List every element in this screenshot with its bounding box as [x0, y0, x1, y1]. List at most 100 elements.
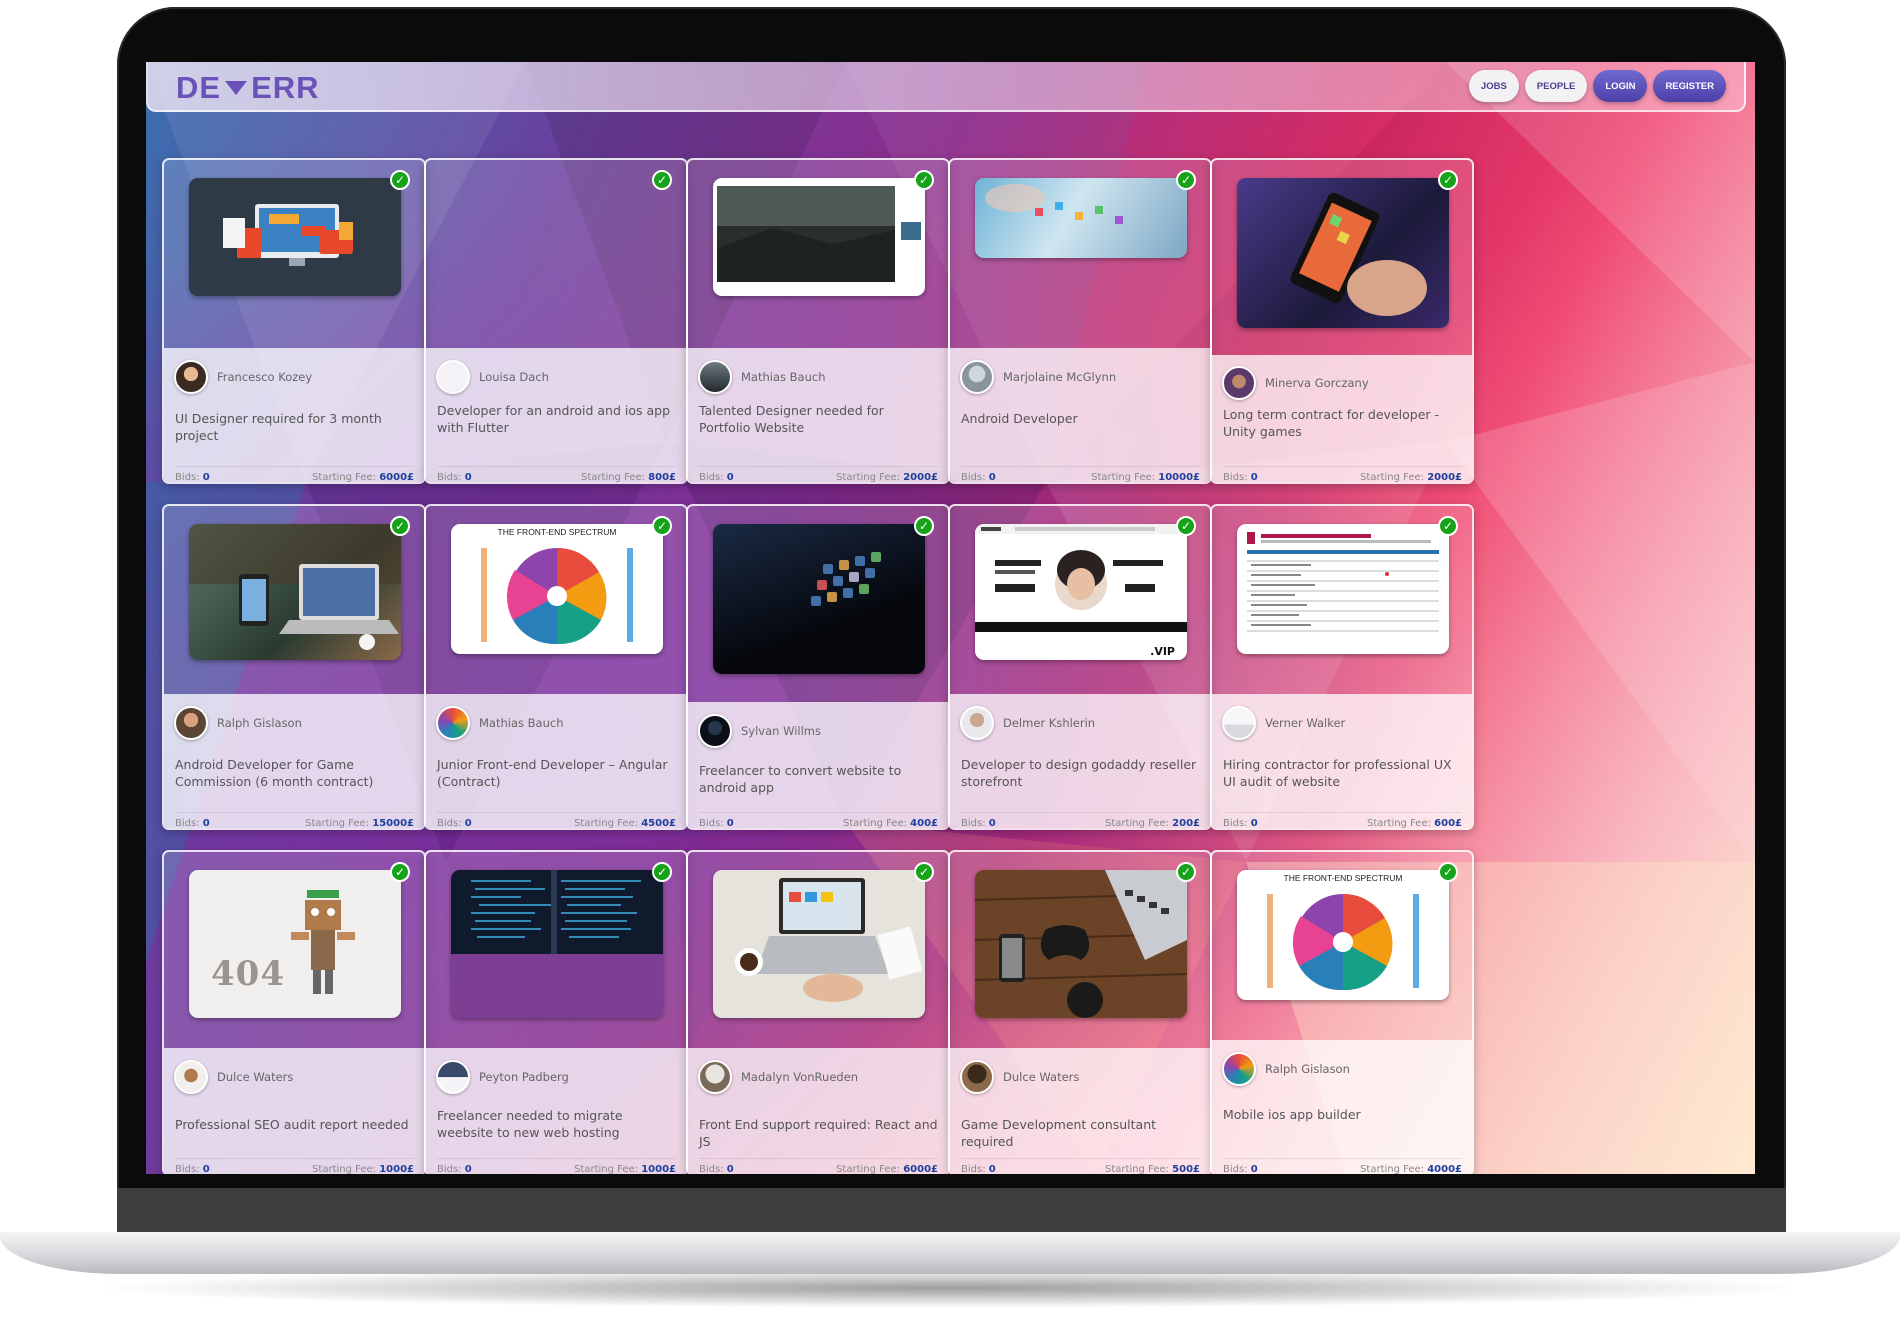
- register-button[interactable]: REGISTER: [1653, 70, 1726, 102]
- card-image: [713, 870, 925, 1018]
- author-name: Minerva Gorczany: [1265, 376, 1369, 390]
- job-card[interactable]: ✓ Francesco Kozey UI Designer required f…: [162, 158, 426, 484]
- starting-fee: Starting Fee: 6000£: [836, 1163, 938, 1175]
- job-card[interactable]: ✓ Dulce Waters Game Development consulta…: [948, 850, 1212, 1174]
- job-card[interactable]: ✓ Minerva Gorczany Long term contract fo…: [1210, 158, 1474, 484]
- job-card[interactable]: .VIP ✓ Delmer Kshlerin Developer to desi…: [948, 504, 1212, 830]
- job-card[interactable]: ✓ Sylvan Willms Freelancer to convert we…: [686, 504, 950, 830]
- card-author[interactable]: Dulce Waters: [174, 1060, 293, 1094]
- avatar: [436, 1060, 470, 1094]
- jobs-button[interactable]: JOBS: [1468, 70, 1519, 102]
- card-author[interactable]: Francesco Kozey: [174, 360, 312, 394]
- avatar: [436, 360, 470, 394]
- job-title[interactable]: Mobile ios app builder: [1223, 1106, 1463, 1123]
- starting-fee: Starting Fee: 6000£: [312, 471, 414, 483]
- job-title[interactable]: Freelancer needed to migrate weebsite to…: [437, 1107, 677, 1141]
- job-title[interactable]: Android Developer: [961, 410, 1201, 427]
- card-footer: Bids: 0 Starting Fee: 1000£: [175, 1158, 414, 1174]
- author-name: Verner Walker: [1265, 716, 1346, 730]
- job-card[interactable]: THE FRONT-END SPECTRUM ✓ Mathias Bauch J…: [424, 504, 688, 830]
- starting-fee: Starting Fee: 15000£: [305, 817, 414, 829]
- card-author[interactable]: Peyton Padberg: [436, 1060, 569, 1094]
- avatar: [960, 360, 994, 394]
- card-image: [713, 524, 925, 674]
- card-footer: Bids: 0 Starting Fee: 6000£: [699, 1158, 938, 1174]
- card-footer: Bids: 0 Starting Fee: 4500£: [437, 812, 676, 828]
- card-image: [713, 178, 925, 296]
- job-card[interactable]: THE FRONT-END SPECTRUM ✓ Ralph Gislason …: [1210, 850, 1474, 1174]
- job-title[interactable]: Professional SEO audit report needed: [175, 1116, 415, 1133]
- job-title[interactable]: Freelancer to convert website to android…: [699, 762, 939, 796]
- starting-fee: Starting Fee: 500£: [1105, 1163, 1200, 1175]
- job-title[interactable]: Talented Designer needed for Portfolio W…: [699, 402, 939, 436]
- job-card[interactable]: ✓ Mathias Bauch Talented Designer needed…: [686, 158, 950, 484]
- card-image: 404: [189, 870, 401, 1018]
- job-card[interactable]: ✓ Louisa Dach Developer for an android a…: [424, 158, 688, 484]
- card-author[interactable]: Mathias Bauch: [436, 706, 564, 740]
- card-image: [975, 178, 1187, 258]
- author-name: Mathias Bauch: [741, 370, 826, 384]
- job-card[interactable]: ✓ Ralph Gislason Android Developer for G…: [162, 504, 426, 830]
- avatar: [960, 706, 994, 740]
- job-card[interactable]: ✓ Peyton Padberg Freelancer needed to mi…: [424, 850, 688, 1174]
- author-name: Ralph Gislason: [1265, 1062, 1350, 1076]
- job-title[interactable]: Developer for an android and ios app wit…: [437, 402, 677, 436]
- card-author[interactable]: Minerva Gorczany: [1222, 366, 1369, 400]
- card-image: THE FRONT-END SPECTRUM: [1237, 870, 1449, 1000]
- card-author[interactable]: Sylvan Willms: [698, 714, 821, 748]
- card-author[interactable]: Dulce Waters: [960, 1060, 1079, 1094]
- card-footer: Bids: 0 Starting Fee: 400£: [699, 812, 938, 829]
- job-title[interactable]: UI Designer required for 3 month project: [175, 410, 415, 444]
- card-author[interactable]: Ralph Gislason: [1222, 1052, 1350, 1086]
- verified-check-icon: ✓: [652, 170, 672, 190]
- card-image: .VIP: [975, 524, 1187, 660]
- people-button[interactable]: PEOPLE: [1524, 70, 1588, 102]
- card-author[interactable]: Louisa Dach: [436, 360, 549, 394]
- bids-count: Bids: 0: [437, 471, 472, 483]
- job-card[interactable]: ✓ Verner Walker Hiring contractor for pr…: [1210, 504, 1474, 830]
- card-footer: Bids: 0 Starting Fee: 2000£: [1223, 466, 1462, 483]
- author-name: Madalyn VonRueden: [741, 1070, 859, 1084]
- card-image: [1237, 524, 1449, 654]
- nav-buttons: JOBS PEOPLE LOGIN REGISTER: [1468, 70, 1726, 102]
- laptop-shadow: [90, 1268, 1810, 1308]
- bids-count: Bids: 0: [437, 1163, 472, 1175]
- verified-check-icon: ✓: [652, 862, 672, 882]
- logo-text-start: DE: [176, 70, 222, 105]
- verified-check-icon: ✓: [1438, 170, 1458, 190]
- job-title[interactable]: Hiring contractor for professional UX UI…: [1223, 756, 1463, 790]
- starting-fee: Starting Fee: 2000£: [1360, 471, 1462, 483]
- logo[interactable]: DE ERR: [176, 70, 320, 106]
- bids-count: Bids: 0: [1223, 1163, 1258, 1175]
- starting-fee: Starting Fee: 200£: [1105, 817, 1200, 829]
- card-author[interactable]: Delmer Kshlerin: [960, 706, 1095, 740]
- bids-count: Bids: 0: [699, 817, 734, 829]
- logo-text-end: ERR: [251, 70, 320, 105]
- job-title[interactable]: Front End support required: React and JS: [699, 1116, 939, 1150]
- job-card[interactable]: ✓ Madalyn VonRueden Front End support re…: [686, 850, 950, 1174]
- starting-fee: Starting Fee: 400£: [843, 817, 938, 829]
- card-author[interactable]: Madalyn VonRueden: [698, 1060, 858, 1094]
- job-title[interactable]: Long term contract for developer - Unity…: [1223, 406, 1463, 440]
- verified-check-icon: ✓: [1176, 862, 1196, 882]
- card-author[interactable]: Marjolaine McGlynn: [960, 360, 1116, 394]
- login-button[interactable]: LOGIN: [1593, 70, 1648, 102]
- verified-check-icon: ✓: [1438, 862, 1458, 882]
- job-card[interactable]: ✓ Marjolaine McGlynn Android Developer B…: [948, 158, 1212, 484]
- image-caption: 404: [211, 954, 285, 994]
- card-footer: Bids: 0 Starting Fee: 200£: [961, 812, 1200, 829]
- job-title[interactable]: Developer to design godaddy reseller sto…: [961, 756, 1201, 790]
- job-title[interactable]: Android Developer for Game Commission (6…: [175, 756, 415, 790]
- author-name: Mathias Bauch: [479, 716, 564, 730]
- job-title[interactable]: Junior Front-end Developer – Angular (Co…: [437, 756, 677, 790]
- starting-fee: Starting Fee: 10000£: [1091, 471, 1200, 483]
- verified-check-icon: ✓: [390, 516, 410, 536]
- author-name: Delmer Kshlerin: [1003, 716, 1096, 730]
- avatar: [698, 1060, 732, 1094]
- card-author[interactable]: Mathias Bauch: [698, 360, 826, 394]
- bids-count: Bids: 0: [961, 471, 996, 483]
- job-card[interactable]: 404 ✓ Dulce Waters Professional SEO audi…: [162, 850, 426, 1174]
- card-author[interactable]: Ralph Gislason: [174, 706, 302, 740]
- card-author[interactable]: Verner Walker: [1222, 706, 1345, 740]
- job-title[interactable]: Game Development consultant required: [961, 1116, 1201, 1150]
